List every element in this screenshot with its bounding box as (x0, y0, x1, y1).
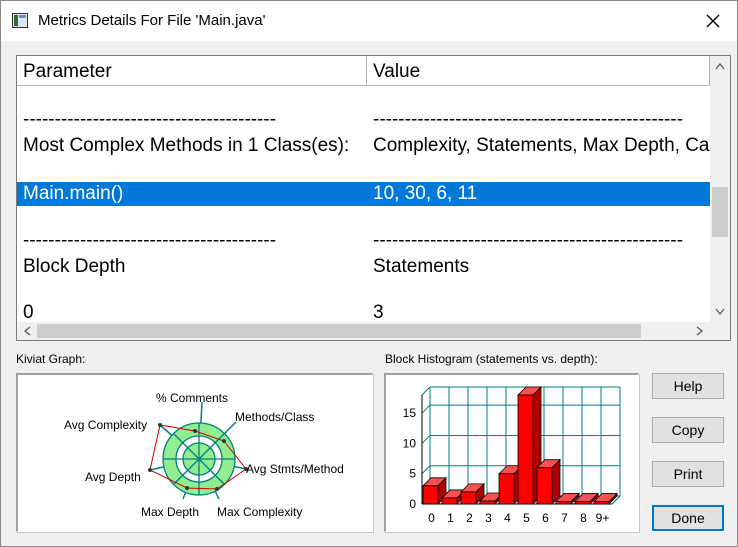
kiviat-axis-label: Avg Stmts/Method (246, 462, 344, 476)
close-button[interactable] (689, 3, 737, 39)
y-tick-label: 10 (403, 436, 417, 450)
table-row-parameter[interactable]: ---------------------------------------- (23, 228, 363, 254)
done-button[interactable]: Done (652, 505, 724, 531)
print-button[interactable]: Print (652, 461, 724, 487)
copy-button[interactable]: Copy (652, 417, 724, 443)
table-row-value[interactable]: 3 (373, 302, 708, 324)
x-tick-label: 3 (485, 511, 492, 525)
x-tick-label: 4 (504, 511, 511, 525)
column-header-value[interactable]: Value (367, 56, 710, 86)
table-row-parameter[interactable]: ---------------------------------------- (23, 107, 363, 133)
histogram-bar (460, 491, 477, 505)
horizontal-scrollbar[interactable] (17, 322, 710, 340)
x-tick-label: 6 (542, 511, 549, 525)
table-row-value[interactable]: Statements (373, 254, 708, 280)
kiviat-axis-label: Avg Depth (85, 470, 141, 484)
histogram-bar (593, 501, 610, 505)
metrics-table[interactable]: Parameter Value ------------------------… (16, 55, 731, 341)
metrics-details-window: Metrics Details For File 'Main.java' Par… (0, 0, 738, 547)
grid-line (421, 435, 431, 444)
table-row-parameter[interactable]: Most Complex Methods in 1 Class(es): (23, 133, 367, 159)
histogram-bar (574, 501, 591, 505)
title-bar: Metrics Details For File 'Main.java' (1, 1, 737, 41)
block-histogram-label: Block Histogram (statements vs. depth): (385, 352, 598, 366)
grid-line (421, 404, 431, 414)
x-tick-label: 5 (523, 511, 530, 525)
table-row-value[interactable]: ----------------------------------------… (373, 107, 708, 133)
x-tick-label: 9+ (596, 511, 610, 525)
table-row-value[interactable]: Complexity, Statements, Max Depth, Calls (373, 133, 710, 159)
close-icon (706, 14, 720, 28)
scrollbar-corner (710, 322, 730, 340)
kiviat-axis-label: Avg Complexity (64, 418, 147, 432)
grid-line (421, 465, 431, 475)
y-tick-label: 5 (409, 467, 416, 481)
scroll-left-icon[interactable] (23, 326, 31, 336)
x-tick-label: 1 (447, 511, 454, 525)
block-histogram-panel: 0 5 10 15 0 1 2 3 4 5 6 7 8 9+ (384, 373, 639, 532)
histogram-bar (498, 473, 515, 505)
histogram-bar (536, 467, 553, 505)
kiviat-graph-panel: % Comments Methods/Class Avg Stmts/Metho… (16, 373, 373, 532)
table-row-parameter[interactable]: Main.main() (23, 181, 363, 207)
scroll-down-icon[interactable] (715, 308, 725, 316)
scroll-right-icon[interactable] (696, 326, 704, 336)
histogram-bar (555, 501, 572, 505)
histogram-bar (517, 394, 534, 505)
table-row-parameter[interactable]: 0 (23, 302, 363, 324)
table-row-value[interactable]: ----------------------------------------… (373, 228, 708, 254)
histogram-bar (441, 497, 458, 505)
kiviat-axis-label: Methods/Class (235, 410, 314, 424)
x-tick-label: 2 (466, 511, 473, 525)
kiviat-graph-label: Kiviat Graph: (16, 352, 86, 366)
table-row-parameter[interactable]: Block Depth (23, 254, 363, 280)
vertical-scroll-thumb[interactable] (712, 187, 728, 237)
app-window-icon (12, 13, 28, 28)
window-title: Metrics Details For File 'Main.java' (38, 12, 266, 29)
kiviat-axis-label: Max Complexity (217, 505, 302, 519)
column-header-parameter[interactable]: Parameter (17, 56, 367, 86)
kiviat-axis-label: % Comments (156, 391, 228, 405)
y-tick-label: 15 (403, 406, 417, 420)
y-tick-label: 0 (409, 497, 416, 511)
grid-line (421, 386, 431, 396)
histogram-bar (422, 485, 439, 505)
x-tick-label: 0 (428, 511, 435, 525)
horizontal-scroll-thumb[interactable] (37, 324, 641, 338)
scroll-up-icon[interactable] (715, 62, 725, 70)
block-histogram-chart: 0510150 1 2 3 4 5 6 7 8 9+ (403, 386, 621, 525)
kiviat-graph: % Comments Methods/Class Avg Stmts/Metho… (64, 391, 344, 519)
table-row-value[interactable]: 10, 30, 6, 11 (373, 181, 708, 207)
x-tick-label: 8 (580, 511, 587, 525)
help-button[interactable]: Help (652, 373, 724, 399)
histogram-bar (479, 500, 496, 505)
x-tick-label: 7 (561, 511, 568, 525)
kiviat-axis-label: Max Depth (141, 505, 199, 519)
vertical-scrollbar[interactable] (710, 56, 730, 322)
